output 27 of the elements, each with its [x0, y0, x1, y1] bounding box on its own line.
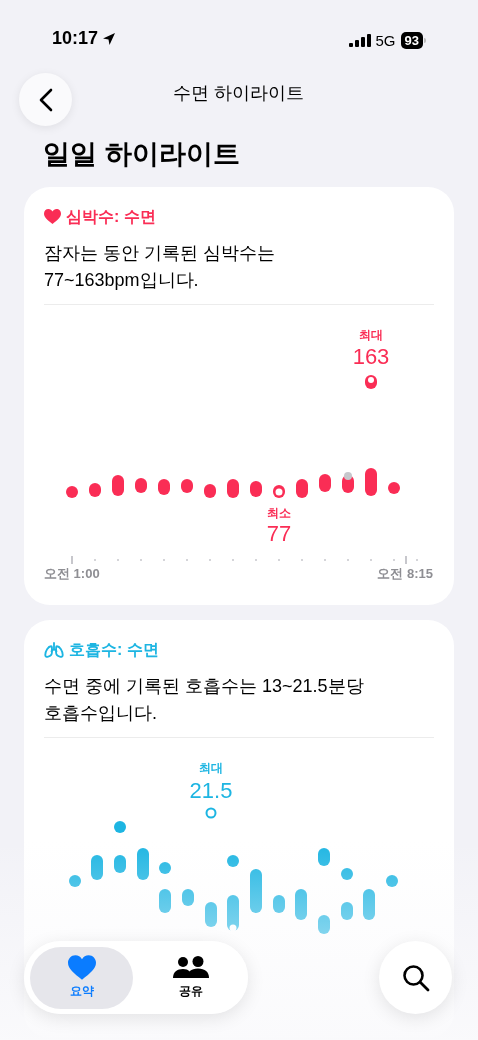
card-summary: 수면 중에 기록된 호흡수는 13~21.5분당 호흡수입니다.	[44, 674, 365, 725]
search-icon	[401, 963, 430, 992]
status-time: 10:17	[52, 27, 99, 50]
max-value: 21.5	[189, 777, 233, 803]
section-title: 일일 하이라이트	[43, 138, 241, 171]
card-summary: 잠자는 동안 기록된 심박수는 77~163bpm입니다.	[44, 241, 276, 292]
nav-title: 수면 하이라이트	[173, 81, 305, 105]
min-label: 최소	[267, 505, 291, 520]
heart-icon	[44, 209, 61, 224]
min-value: 77	[266, 520, 292, 546]
max-label: 최대	[359, 327, 383, 342]
battery-level: 93	[400, 32, 423, 50]
location-arrow-icon	[102, 31, 117, 46]
max-label: 최대	[199, 760, 223, 775]
tab[interactable]: 공유	[139, 946, 242, 1009]
heart-icon	[67, 955, 96, 980]
lungs-icon	[44, 641, 64, 658]
card-title: 심박수: 수면	[66, 206, 156, 227]
axis-label: 오전 1:00	[44, 565, 100, 581]
back-chevron-icon	[38, 87, 53, 112]
axis-label: 오전 8:15	[377, 565, 433, 581]
card-title: 호흡수: 수면	[69, 639, 159, 660]
network-type: 5G	[375, 30, 396, 51]
signal-icon	[348, 34, 371, 48]
people-icon	[171, 955, 210, 980]
max-value: 163	[352, 343, 390, 369]
back-button[interactable]	[19, 73, 72, 126]
